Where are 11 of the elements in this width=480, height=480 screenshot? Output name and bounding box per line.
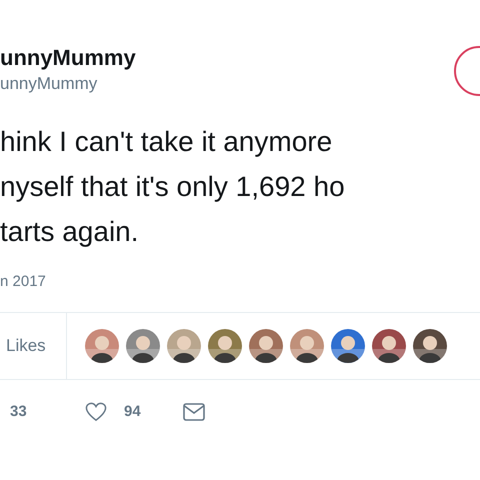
likes-label[interactable]: Likes — [6, 333, 46, 359]
tweet-text: tarts again. — [0, 215, 139, 249]
retweet-count: 33 — [10, 402, 28, 422]
author-name[interactable]: unnyMummy — [0, 44, 136, 72]
like-count: 94 — [124, 402, 142, 422]
tweet-date: n 2017 — [0, 272, 46, 292]
author-handle: unnyMummy — [0, 73, 98, 95]
tweet-text: hink I can't take it anymore — [0, 125, 332, 159]
heart-icon[interactable] — [85, 402, 107, 422]
mail-icon[interactable] — [183, 402, 205, 422]
tweet-text: nyself that it's only 1,692 ho — [0, 170, 345, 204]
